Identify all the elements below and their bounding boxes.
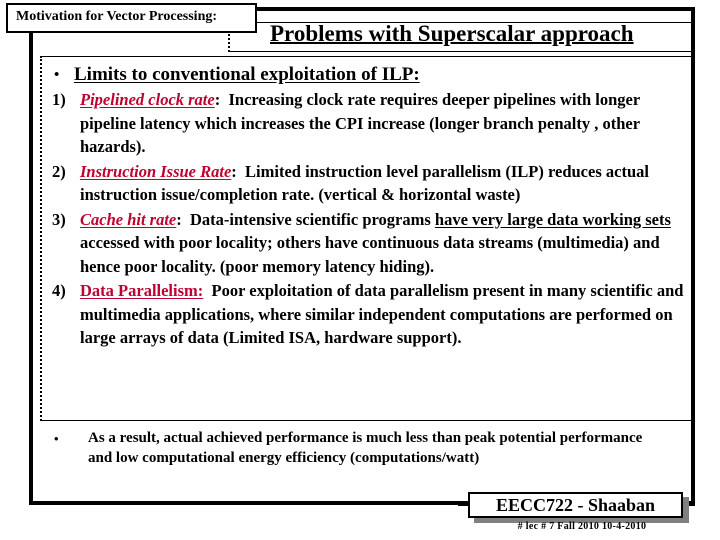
list-item-body-part1: Data-intensive scientific programs <box>190 209 435 229</box>
list-item-colon: : <box>176 209 182 229</box>
list-item-keyword: Pipelined clock rate <box>80 90 215 109</box>
list-item-body-part2: accessed with poor locality; others have… <box>80 233 660 276</box>
list-item-keyword: Instruction Issue Rate <box>80 161 232 181</box>
list-item: 4) Data Parallelism: Poor exploitation of… <box>42 279 692 350</box>
list-item-body-underlined: have very large data working sets <box>434 209 671 229</box>
bullet-glyph-icon: • <box>54 67 60 83</box>
slide-content-box: • Limits to conventional exploitation of… <box>40 56 694 421</box>
motivation-label-box: Motivation for Vector Processing: <box>6 3 257 33</box>
list-item: 1) Pipelined clock rate: Increasing clock… <box>42 88 692 159</box>
list-item-number: 2) <box>52 161 66 181</box>
motivation-label: Motivation for Vector Processing: <box>16 9 218 24</box>
main-bullet: • Limits to conventional exploitation of… <box>42 63 692 87</box>
footer-box: EECC722 - Shaaban <box>468 492 683 518</box>
list-item-keyword: Data Parallelism: <box>80 281 204 300</box>
list-item-colon: : <box>231 161 237 181</box>
list-item-keyword: Cache hit rate <box>80 209 177 229</box>
footer-subtitle: # lec # 7 Fall 2010 10-4-2010 <box>517 521 647 532</box>
bullet-glyph-icon: • <box>54 431 59 446</box>
slide-title-box: Problems with Superscalar approach <box>228 22 694 52</box>
closing-bullet-label: As a result, actual achieved performance… <box>88 430 643 466</box>
motivation-connector-stub <box>29 33 33 57</box>
list-item: 2) Instruction Issue Rate: Limited instru… <box>42 160 692 207</box>
main-bullet-label: Limits to conventional exploitation of I… <box>74 64 420 85</box>
list-item-number: 1) <box>52 90 66 109</box>
list-item-number: 3) <box>52 209 66 229</box>
closing-bullet: • As a result, actual achieved performan… <box>48 429 658 468</box>
list-item-number: 4) <box>52 281 66 300</box>
footer-title: EECC722 - Shaaban <box>495 495 656 515</box>
list-item: 3) Cache hit rate: Data-intensive scienti… <box>42 208 692 279</box>
page-title: Problems with Superscalar approach <box>270 22 634 46</box>
list-item-colon: : <box>214 90 221 109</box>
